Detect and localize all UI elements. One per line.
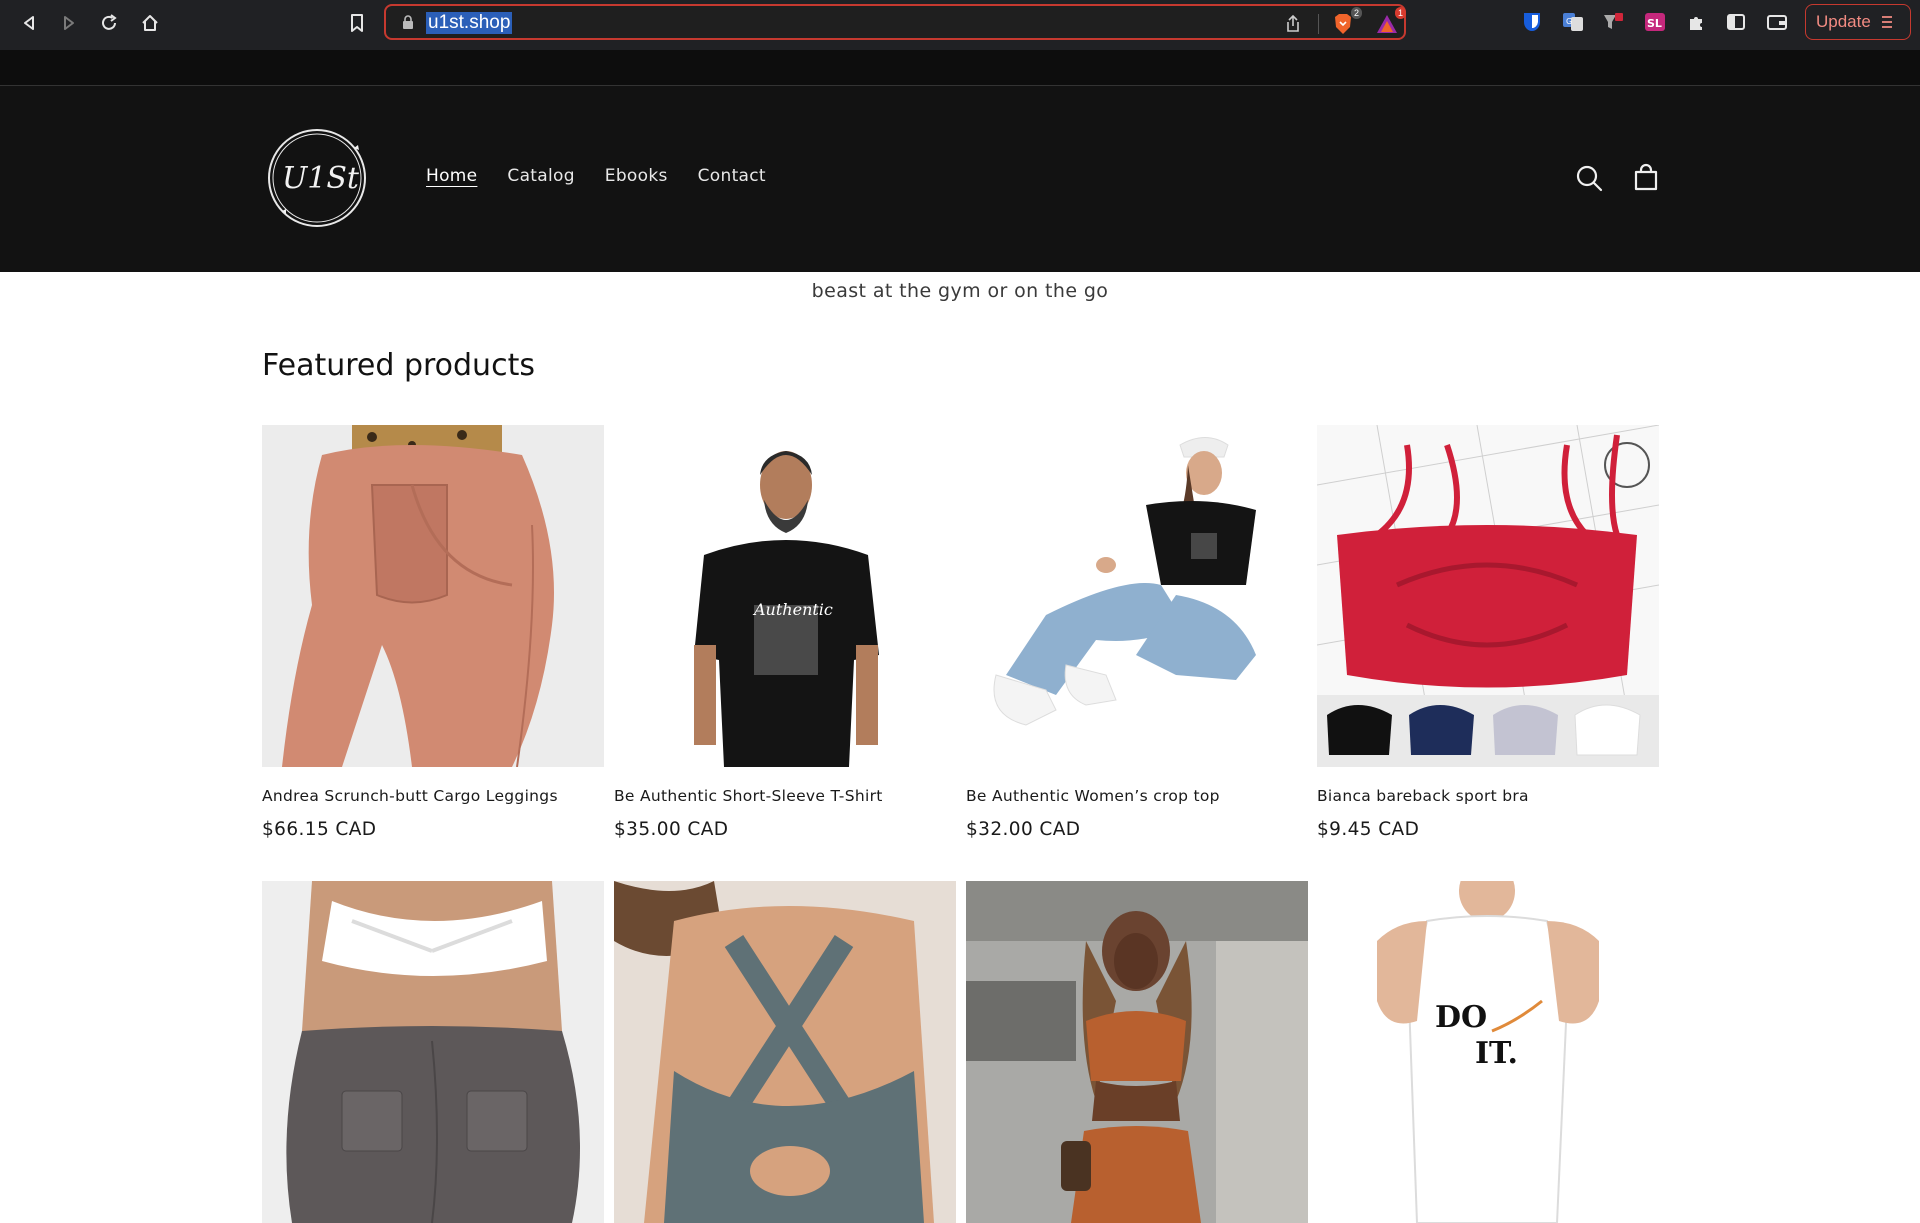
bitwarden-extension[interactable]: [1520, 10, 1544, 34]
product-card[interactable]: [614, 881, 956, 1223]
shield-icon: [1524, 13, 1540, 31]
puzzle-icon: [1690, 17, 1702, 30]
bookmark-icon: [351, 14, 363, 32]
rewards-count-badge: 1: [1394, 7, 1406, 19]
bookmarks-bar: [0, 50, 1920, 86]
sl-extension[interactable]: SL: [1643, 10, 1667, 34]
product-image[interactable]: Authentic: [614, 425, 956, 767]
product-card[interactable]: Be Authentic Women’s crop top $32.00 CAD: [966, 425, 1308, 840]
product-price: $32.00 CAD: [966, 819, 1081, 840]
reload-button[interactable]: [94, 8, 124, 38]
lock-icon: [403, 15, 413, 29]
funnel-icon: [1604, 13, 1623, 29]
product-card[interactable]: Authentic Be Authentic Short-Sleeve T-Sh…: [614, 425, 956, 840]
product-card[interactable]: [966, 881, 1308, 1223]
update-button[interactable]: Update: [1805, 4, 1911, 40]
brave-rewards-button[interactable]: 1: [1374, 7, 1406, 37]
wallet-button[interactable]: [1765, 10, 1789, 34]
product-image[interactable]: [614, 881, 956, 1223]
product-price: $9.45 CAD: [1317, 819, 1420, 840]
featured-products-heading: Featured products: [262, 348, 535, 383]
share-icon: [1287, 14, 1299, 32]
home-button[interactable]: [135, 8, 165, 38]
wallet-icon: [1767, 15, 1787, 30]
product-title[interactable]: Andrea Scrunch-butt Cargo Leggings: [262, 787, 604, 805]
sidebar-button[interactable]: [1724, 10, 1748, 34]
bookmark-button[interactable]: [342, 8, 372, 38]
translate-icon: G: [1563, 13, 1583, 31]
nav-catalog[interactable]: Catalog: [507, 166, 574, 186]
product-image[interactable]: [262, 881, 604, 1223]
nav-contact[interactable]: Contact: [698, 166, 766, 186]
shields-count-badge: 2: [1350, 7, 1362, 19]
product-image[interactable]: [1317, 425, 1659, 767]
logo-text: U1St: [282, 161, 360, 196]
browser-chrome: u1st.shop 2 1 G SL Update: [0, 0, 1920, 86]
address-bar[interactable]: u1st.shop 2 1: [384, 4, 1406, 40]
forward-icon: [64, 16, 74, 30]
svg-text:G: G: [1566, 17, 1572, 26]
svg-text:SL: SL: [1647, 17, 1662, 30]
reload-icon: [102, 14, 117, 30]
back-icon: [24, 16, 34, 30]
product-title[interactable]: Be Authentic Short-Sleeve T-Shirt: [614, 787, 956, 805]
search-icon[interactable]: [1573, 162, 1605, 194]
home-icon: [142, 15, 158, 31]
forward-button[interactable]: [54, 8, 84, 38]
menu-icon: [1881, 16, 1892, 28]
share-button[interactable]: [1280, 11, 1306, 37]
banner-tagline: beast at the gym or on the go: [811, 280, 1109, 302]
url-text[interactable]: u1st.shop: [426, 12, 513, 34]
product-image[interactable]: [262, 425, 604, 767]
product-title[interactable]: Bianca bareback sport bra: [1317, 787, 1659, 805]
product-image[interactable]: [966, 881, 1308, 1223]
store-header: U1St Home Catalog Ebooks Contact: [0, 86, 1920, 272]
product-price: $35.00 CAD: [614, 819, 729, 840]
filter-extension[interactable]: [1601, 10, 1625, 34]
product-card[interactable]: Andrea Scrunch-butt Cargo Leggings $66.1…: [262, 425, 604, 840]
tank-print-it: IT.: [1475, 1036, 1518, 1071]
store-logo[interactable]: U1St: [262, 126, 372, 231]
back-button[interactable]: [14, 8, 44, 38]
product-price: $66.15 CAD: [262, 819, 377, 840]
nav-home[interactable]: Home: [426, 166, 477, 186]
translate-extension[interactable]: G: [1561, 10, 1585, 34]
tank-print-do: DO: [1435, 1000, 1487, 1035]
extensions-button[interactable]: [1684, 10, 1708, 34]
product-title[interactable]: Be Authentic Women’s crop top: [966, 787, 1308, 805]
product-card[interactable]: DO IT.: [1317, 881, 1659, 1223]
sidebar-icon: [1727, 14, 1745, 30]
nav-ebooks[interactable]: Ebooks: [605, 166, 668, 186]
cart-icon[interactable]: [1630, 162, 1662, 194]
sl-logo-icon: SL: [1645, 13, 1665, 31]
omnibox-divider: [1318, 14, 1319, 34]
tshirt-print: Authentic: [752, 600, 833, 619]
main-nav: Home Catalog Ebooks Contact: [426, 166, 766, 186]
update-label: Update: [1816, 12, 1871, 31]
product-card[interactable]: Bianca bareback sport bra $9.45 CAD: [1317, 425, 1659, 840]
product-image[interactable]: DO IT.: [1317, 881, 1659, 1223]
brave-shields-button[interactable]: 2: [1330, 7, 1362, 37]
browser-toolbar: u1st.shop 2 1 G SL Update: [0, 0, 1920, 50]
product-card[interactable]: [262, 881, 604, 1223]
product-image[interactable]: [966, 425, 1308, 767]
